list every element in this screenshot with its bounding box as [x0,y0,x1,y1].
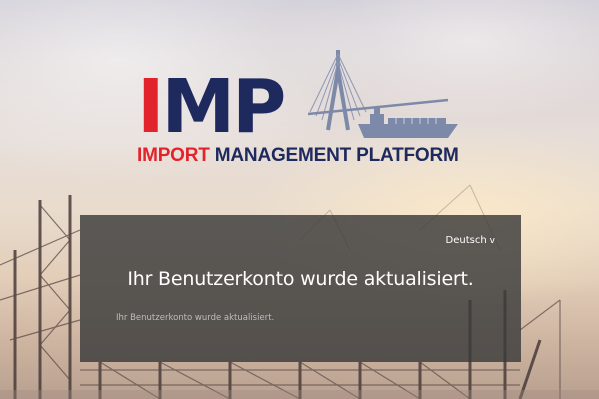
tagline-import: IMPORT [137,145,210,166]
logo-tagline: IMPORT MANAGEMENT PLATFORM [137,145,459,167]
imp-logo: IMP IMPORT MANAGEMENT PLATFORM [130,42,470,172]
chevron-down-icon: v [489,236,495,246]
logo-letter-i: I [137,64,164,150]
message-panel: Deutsch v Ihr Benutzerkonto wurde aktuali… [80,215,521,362]
bridge-and-ship-icon [308,50,458,138]
language-label: Deutsch [445,235,487,246]
login-page: IMP IMPORT MANAGEMENT PLATFORM Deutsch v… [0,0,599,399]
tagline-management-platform: MANAGEMENT PLATFORM [214,145,459,166]
language-selector[interactable]: Deutsch v [446,235,496,246]
page-title: Ihr Benutzerkonto wurde aktualisiert. [127,268,474,290]
info-message: Ihr Benutzerkonto wurde aktualisiert. [116,313,275,323]
logo-wordmark: IMP [137,70,286,144]
logo-letters-mp: MP [161,64,287,150]
